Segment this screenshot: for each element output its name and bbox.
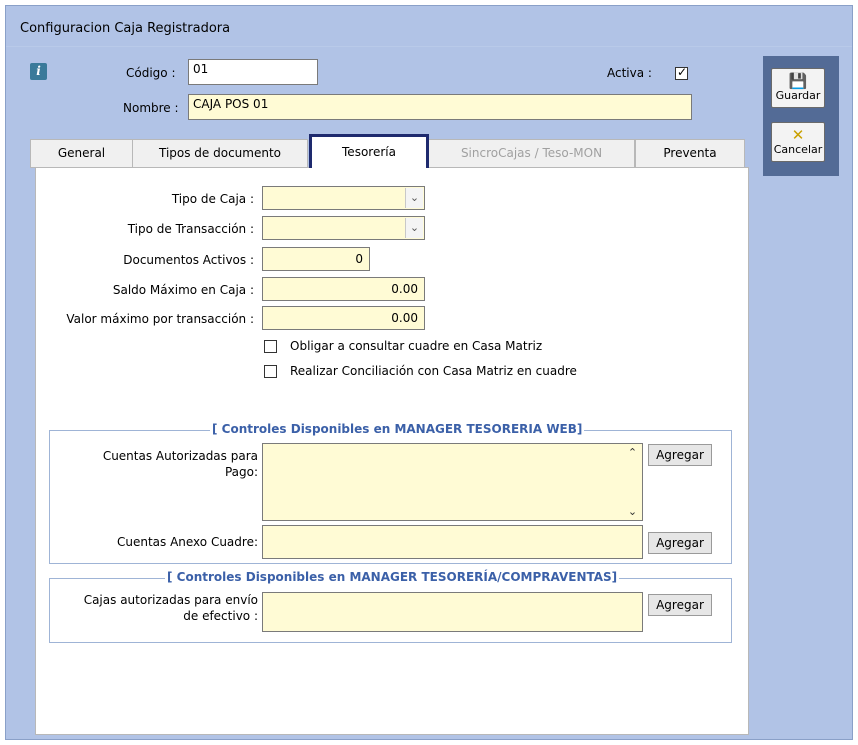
codigo-label: Código : — [126, 66, 176, 80]
nombre-label: Nombre : — [123, 101, 179, 115]
valor-maximo-field[interactable]: 0.00 — [262, 306, 425, 330]
saldo-maximo-label: Saldo Máximo en Caja : — [112, 283, 254, 297]
tipo-caja-label: Tipo de Caja : — [171, 192, 254, 206]
cancel-icon: ✕ — [791, 126, 805, 144]
title-divider — [6, 46, 852, 47]
nombre-field[interactable]: CAJA POS 01 — [188, 94, 692, 120]
scroll-down-icon[interactable]: ⌄ — [624, 505, 641, 518]
tesoreria-panel: Tipo de Caja : ⌄ Tipo de Transacción : ⌄… — [35, 167, 749, 735]
agregar-cuentas-pago-button[interactable]: Agregar — [648, 444, 712, 466]
cajas-label-2: de efectivo : — [183, 609, 258, 623]
conciliacion-checkbox[interactable] — [264, 365, 277, 378]
activa-label: Activa : — [607, 66, 652, 80]
tipo-caja-select[interactable]: ⌄ — [262, 186, 425, 210]
save-button-label: Guardar — [775, 89, 821, 102]
documentos-activos-label: Documentos Activos : — [123, 253, 254, 267]
saldo-maximo-field[interactable]: 0.00 — [262, 277, 425, 301]
group-compraventas-title: [ Controles Disponibles en MANAGER TESOR… — [165, 570, 620, 584]
scroll-up-icon[interactable]: ⌃ — [624, 446, 641, 459]
cuentas-pago-label-2: Pago: — [224, 465, 258, 479]
agregar-cuentas-anexo-button[interactable]: Agregar — [648, 532, 712, 554]
tipo-transaccion-select[interactable]: ⌄ — [262, 216, 425, 240]
info-icon[interactable]: i — [30, 63, 47, 80]
tab-preventa[interactable]: Preventa — [635, 139, 745, 168]
obligar-checkbox[interactable] — [264, 340, 277, 353]
cancel-button[interactable]: ✕ Cancelar — [771, 122, 825, 162]
save-icon: 💾 — [788, 72, 808, 90]
tab-sincrocajas: SincroCajas / Teso-MON — [428, 139, 635, 168]
tab-tesoreria[interactable]: Tesorería — [309, 134, 429, 168]
cuentas-pago-label-1: Cuentas Autorizadas para — [102, 449, 258, 463]
checkmark-icon: ✓ — [677, 65, 688, 79]
group-web-title: [ Controles Disponibles en MANAGER TESOR… — [210, 422, 585, 436]
chevron-down-icon[interactable]: ⌄ — [405, 218, 423, 238]
cuentas-anexo-label: Cuentas Anexo Cuadre: — [116, 535, 258, 549]
activa-checkbox[interactable]: ✓ — [675, 65, 688, 80]
agregar-cajas-button[interactable]: Agregar — [648, 594, 712, 616]
group-tesoreria-web: [ Controles Disponibles en MANAGER TESOR… — [49, 422, 732, 564]
codigo-field[interactable]: 01 — [188, 59, 318, 85]
conciliacion-label: Realizar Conciliación con Casa Matriz en… — [290, 364, 577, 378]
action-sidebar: 💾 Guardar ✕ Cancelar — [763, 56, 839, 176]
cuentas-pago-list[interactable]: ⌃ ⌄ — [262, 443, 643, 521]
cajas-label-1: Cajas autorizadas para envío — [83, 593, 258, 607]
save-button[interactable]: 💾 Guardar — [771, 68, 825, 108]
tipo-transaccion-label: Tipo de Transacción : — [127, 222, 254, 236]
window: Configuracion Caja Registradora i Código… — [5, 5, 853, 740]
cuentas-anexo-field[interactable] — [262, 525, 643, 559]
tab-tipos-documento[interactable]: Tipos de documento — [132, 139, 308, 168]
cajas-autorizadas-field[interactable] — [262, 592, 643, 632]
window-title: Configuracion Caja Registradora — [20, 21, 231, 36]
obligar-label: Obligar a consultar cuadre en Casa Matri… — [290, 339, 543, 353]
chevron-down-icon[interactable]: ⌄ — [405, 188, 423, 208]
documentos-activos-field[interactable]: 0 — [262, 247, 370, 271]
valor-maximo-label: Valor máximo por transacción : — [66, 312, 254, 326]
tab-general[interactable]: General — [30, 139, 133, 168]
group-compraventas: [ Controles Disponibles en MANAGER TESOR… — [49, 570, 732, 643]
cancel-button-label: Cancelar — [773, 143, 823, 156]
